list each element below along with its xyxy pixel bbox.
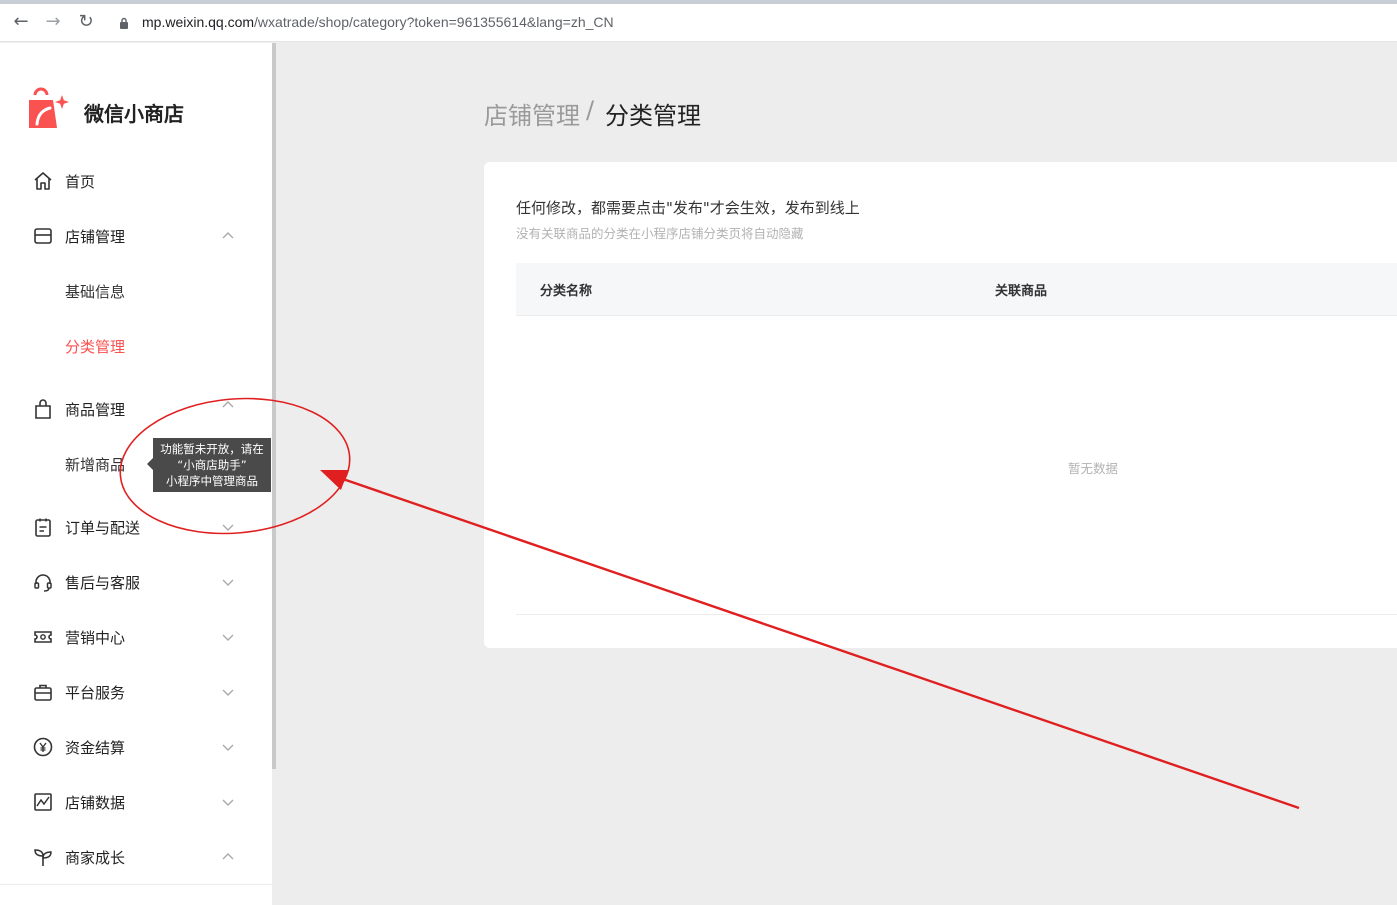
sidebar-item-label: 首页 (65, 173, 96, 191)
browser-toolbar: ← → ↻ mp.weixin.qq.com/wxatrade/shop/cat… (0, 4, 1397, 42)
empty-state-text: 暂无数据 (1068, 461, 1119, 476)
sidebar-item-settlement[interactable]: 资金结算 (0, 727, 272, 767)
back-arrow-icon[interactable]: ← (9, 10, 33, 34)
sidebar-item-merchant-growth[interactable]: 商家成长 (0, 837, 272, 877)
reload-icon[interactable]: ↻ (74, 10, 98, 34)
app-name: 微信小商店 (84, 102, 184, 126)
briefcase-icon (34, 684, 52, 701)
sidebar-subitem-basic-info[interactable]: 基础信息 (0, 271, 272, 311)
chevron-down-icon[interactable] (220, 519, 236, 535)
url-path: /wxatrade/shop/category?token=961355614&… (254, 14, 614, 30)
table-header: 分类名称 关联商品 (516, 263, 1397, 316)
lock-icon (120, 17, 128, 29)
ticket-icon (34, 631, 52, 643)
chevron-down-icon[interactable] (220, 739, 236, 755)
sidebar-divider (0, 884, 272, 885)
sidebar-item-shop-data[interactable]: 店铺数据 (0, 782, 272, 822)
annotation-arrowhead-icon (320, 470, 348, 490)
tooltip-line: “小商店助手” (177, 458, 247, 472)
sidebar-item-label: 平台服务 (65, 684, 126, 702)
chevron-down-icon[interactable] (220, 574, 236, 590)
sidebar-subitem-category-management[interactable]: 分类管理 (0, 326, 272, 366)
breadcrumb-separator: / (586, 96, 595, 124)
chevron-up-icon[interactable] (220, 397, 236, 413)
column-header-linked-products: 关联商品 (995, 284, 1048, 299)
home-icon (34, 172, 52, 190)
sidebar-item-platform-services[interactable]: 平台服务 (0, 672, 272, 712)
address-bar[interactable]: mp.weixin.qq.com/wxatrade/shop/category?… (142, 14, 614, 30)
sidebar-item-after-sales[interactable]: 售后与客服 (0, 562, 272, 602)
page-title: 分类管理 (605, 102, 701, 130)
sidebar-subitem-label: 基础信息 (65, 283, 126, 301)
url-host: mp.weixin.qq.com (142, 14, 255, 30)
breadcrumb-parent[interactable]: 店铺管理 (484, 96, 580, 131)
chevron-down-icon[interactable] (220, 684, 236, 700)
sidebar-item-product-management[interactable]: 商品管理 (0, 389, 272, 429)
chevron-up-icon[interactable] (220, 849, 236, 865)
sidebar-item-marketing[interactable]: 营销中心 (0, 617, 272, 657)
sidebar-item-label: 营销中心 (65, 629, 126, 647)
sidebar-item-orders[interactable]: 订单与配送 (0, 507, 272, 547)
bag-icon (35, 399, 51, 419)
chevron-down-icon[interactable] (220, 794, 236, 810)
category-card: 任何修改，都需要点击"发布"才会生效，发布到线上 没有关联商品的分类在小程序店铺… (484, 162, 1397, 648)
sidebar-item-label: 店铺数据 (65, 794, 126, 812)
sidebar-item-label: 商品管理 (65, 401, 126, 419)
table-bottom-border (516, 614, 1397, 615)
chevron-down-icon[interactable] (220, 629, 236, 645)
headset-icon (34, 574, 52, 592)
sidebar-item-label: 商家成长 (65, 849, 126, 867)
sprout-icon (34, 849, 52, 866)
sidebar-item-label: 资金结算 (65, 739, 126, 757)
publish-notice-hint: 没有关联商品的分类在小程序店铺分类页将自动隐藏 (516, 226, 804, 241)
forward-arrow-icon[interactable]: → (41, 10, 65, 34)
chart-icon (34, 793, 52, 811)
order-icon (35, 518, 51, 537)
sidebar-item-label: 订单与配送 (65, 519, 141, 537)
sidebar-item-shop-management[interactable]: 店铺管理 (0, 216, 272, 256)
sidebar-subitem-label: 分类管理 (65, 338, 126, 356)
chevron-up-icon[interactable] (220, 228, 236, 244)
tooltip-line: 功能暂未开放，请在 (160, 442, 264, 456)
sidebar-subitem-label: 新增商品 (65, 456, 126, 474)
sidebar-item-home[interactable]: 首页 (0, 161, 272, 201)
sidebar-item-label: 店铺管理 (65, 228, 126, 246)
sidebar-item-label: 售后与客服 (65, 574, 141, 592)
publish-notice: 任何修改，都需要点击"发布"才会生效，发布到线上 (516, 199, 860, 217)
feature-unavailable-tooltip: 功能暂未开放，请在 “小商店助手” 小程序中管理商品 (153, 438, 271, 492)
sidebar-scrollbar[interactable] (272, 43, 276, 769)
yuan-icon (33, 737, 53, 757)
shop-logo-icon (29, 87, 69, 128)
column-header-category-name: 分类名称 (540, 284, 593, 299)
tooltip-line: 小程序中管理商品 (166, 474, 258, 488)
shop-icon (34, 228, 52, 244)
